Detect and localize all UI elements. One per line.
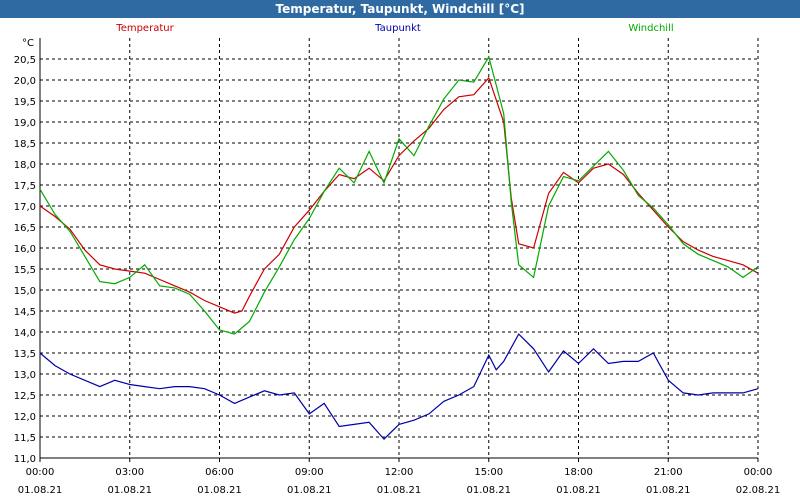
y-tick-label: 11,5: [14, 433, 36, 444]
y-tick-label: 17,5: [14, 181, 36, 192]
x-tick-time: 15:00: [474, 467, 503, 478]
x-tick-time: 09:00: [295, 467, 324, 478]
legend-label-temperatur: Temperatur: [115, 23, 174, 34]
y-tick-label: 14,0: [14, 328, 36, 339]
x-tick-date: 01.08.21: [18, 485, 63, 496]
x-tick-date: 01.08.21: [377, 485, 422, 496]
x-tick-time: 00:00: [744, 467, 773, 478]
y-tick-label: 19,5: [14, 97, 36, 108]
y-tick-label: 16,0: [14, 244, 36, 255]
y-tick-label: 20,0: [14, 76, 36, 87]
y-tick-label: 15,0: [14, 286, 36, 297]
x-tick-date: 01.08.21: [287, 485, 332, 496]
chart-title: Temperatur, Taupunkt, Windchill [°C]: [0, 0, 800, 18]
y-tick-label: 18,0: [14, 160, 36, 171]
x-tick-time: 00:00: [26, 467, 55, 478]
y-tick-label: 13,5: [14, 349, 36, 360]
x-tick-date: 01.08.21: [197, 485, 242, 496]
y-axis-unit: °C: [22, 38, 34, 49]
y-tick-label: 11,0: [14, 454, 36, 465]
y-tick-label: 19,0: [14, 118, 36, 129]
y-tick-label: 20,5: [14, 55, 36, 66]
legend-label-taupunkt: Taupunkt: [374, 23, 421, 34]
y-tick-label: 12,5: [14, 391, 36, 402]
y-tick-label: 16,5: [14, 223, 36, 234]
x-tick-date: 02.08.21: [736, 485, 781, 496]
y-tick-label: 15,5: [14, 265, 36, 276]
chart-panel: 11,0 11,5 12,0 12,5 13,0 13,5 14,0 14,5 15,0 15,5…: [0, 18, 800, 500]
y-tick-label: 12,0: [14, 412, 36, 423]
x-tick-time: 12:00: [385, 467, 414, 478]
x-tick-date: 01.08.21: [107, 485, 152, 496]
y-tick-label: 13,0: [14, 370, 36, 381]
x-tick-date: 01.08.21: [466, 485, 511, 496]
x-tick-date: 01.08.21: [556, 485, 601, 496]
legend-label-windchill: Windchill: [628, 23, 673, 34]
y-tick-label: 17,0: [14, 202, 36, 213]
y-tick-label: 18,5: [14, 139, 36, 150]
x-tick-time: 18:00: [564, 467, 593, 478]
x-tick-date: 01.08.21: [646, 485, 691, 496]
y-tick-label: 14,5: [14, 307, 36, 318]
x-tick-time: 03:00: [115, 467, 144, 478]
line-chart: 11,0 11,5 12,0 12,5 13,0 13,5 14,0 14,5 15,0 15,5…: [14, 23, 781, 496]
x-tick-time: 06:00: [205, 467, 234, 478]
x-tick-time: 21:00: [654, 467, 683, 478]
